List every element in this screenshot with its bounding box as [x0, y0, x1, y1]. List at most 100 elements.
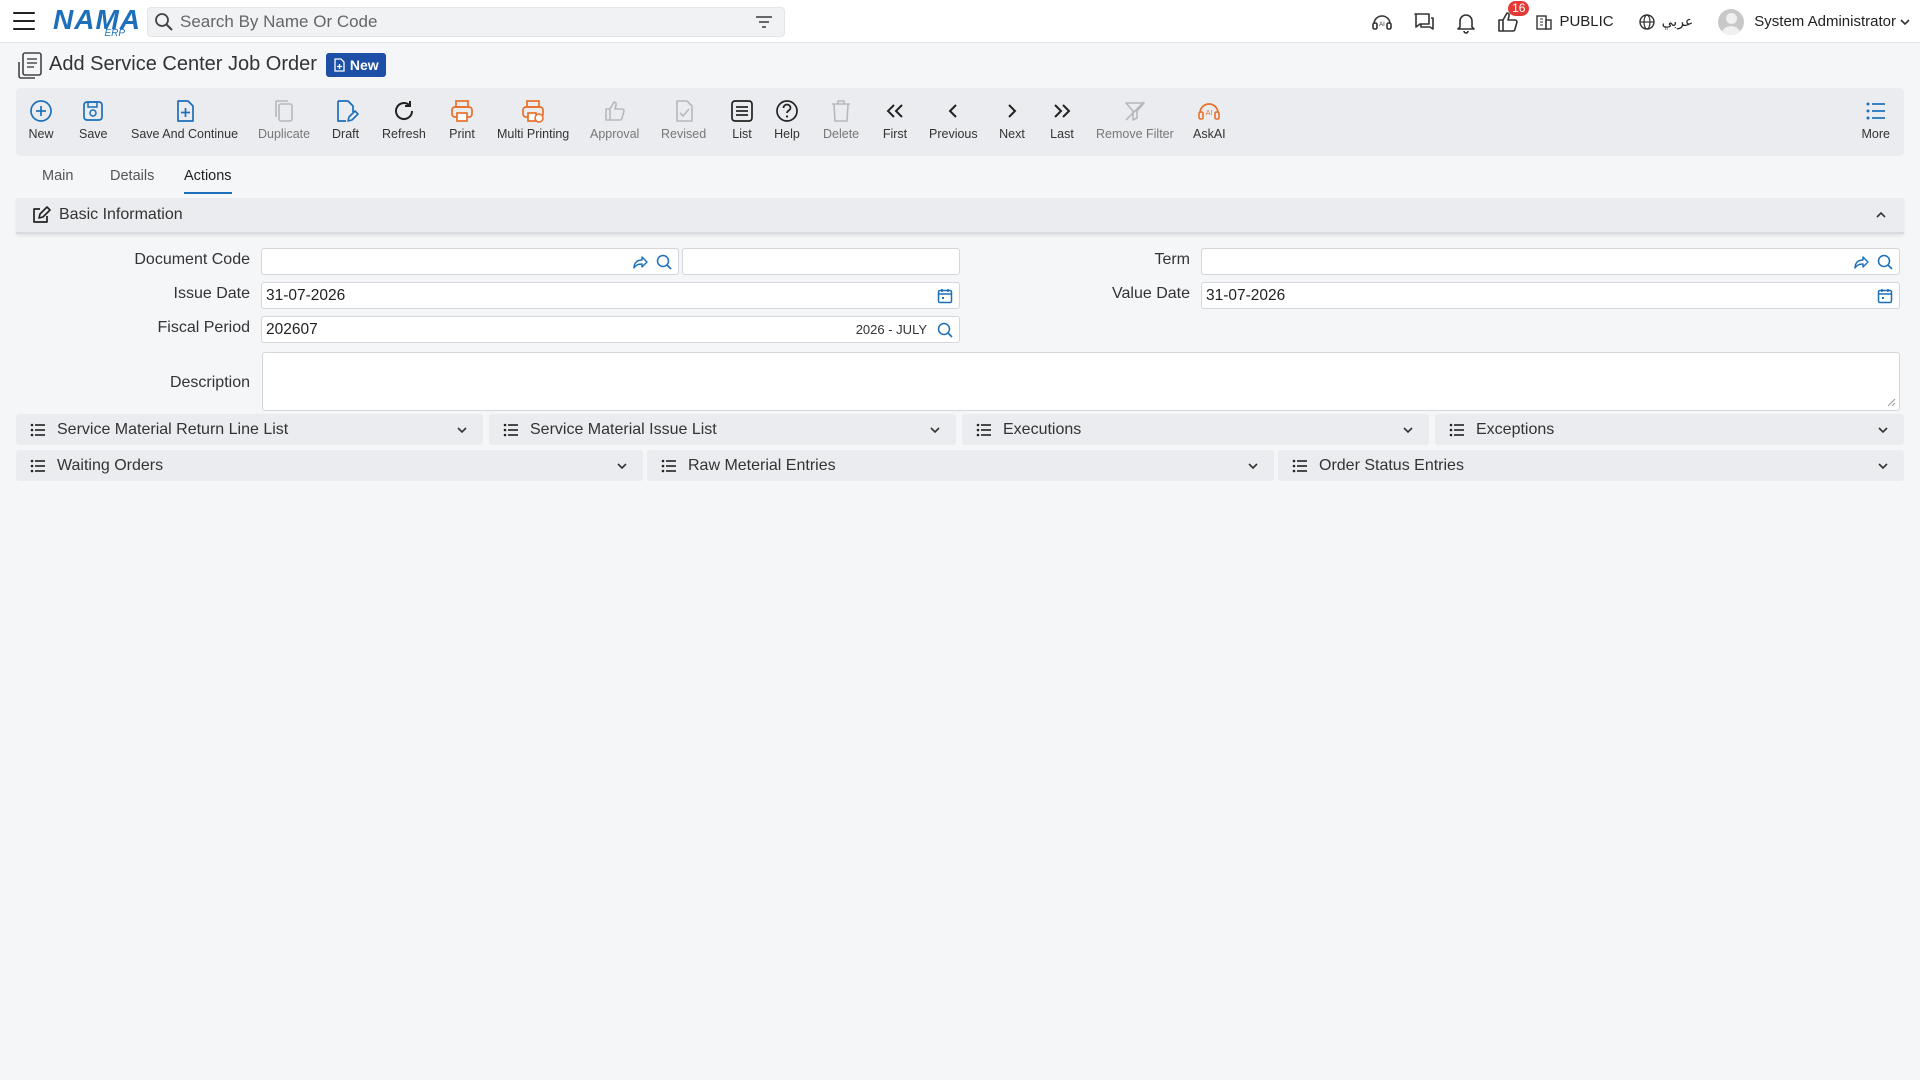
help-button[interactable]: Help: [774, 98, 800, 141]
list-icon: [30, 423, 45, 436]
multi-printer-icon: [522, 100, 544, 123]
more-label: More: [1861, 127, 1890, 141]
print-button[interactable]: Print: [449, 98, 475, 141]
svg-text:AI: AI: [1206, 110, 1213, 117]
user-name: System Administrator: [1754, 13, 1896, 30]
chevron-up-icon[interactable]: [1874, 208, 1888, 222]
lookup-search-icon[interactable]: [655, 253, 673, 271]
list-button[interactable]: List: [729, 98, 755, 141]
menu-icon[interactable]: [13, 12, 35, 30]
list-panel[interactable]: Order Status Entries: [1278, 450, 1904, 481]
chat-icon[interactable]: [1411, 9, 1437, 35]
delete-button[interactable]: Delete: [823, 98, 859, 141]
list-icon: [731, 100, 753, 122]
next-button[interactable]: Next: [999, 98, 1025, 141]
tab-details[interactable]: Details: [110, 168, 154, 192]
print-label: Print: [449, 127, 475, 141]
chevron-down-icon: [1900, 18, 1910, 25]
globe-icon: [1638, 13, 1655, 30]
language-selector[interactable]: عربي: [1638, 13, 1694, 31]
building-icon: [1536, 14, 1553, 30]
lookup-search-icon[interactable]: [936, 321, 954, 339]
delete-label: Delete: [823, 127, 860, 141]
chevron-left-icon: [948, 104, 958, 118]
calendar-icon[interactable]: [936, 287, 954, 305]
branch-selector[interactable]: PUBLIC: [1535, 13, 1614, 31]
file-check-icon: [675, 100, 693, 122]
draft-button[interactable]: Draft: [332, 98, 359, 141]
list-icon: [503, 423, 518, 436]
term-label: Term: [1154, 251, 1190, 268]
list-panel[interactable]: Executions: [962, 414, 1429, 445]
logo-text: NAMA: [53, 4, 141, 35]
askai-label: AskAI: [1193, 127, 1226, 141]
share-arrow-icon[interactable]: [1853, 253, 1871, 271]
chevron-down-icon: [1403, 426, 1413, 433]
first-label: First: [882, 127, 908, 141]
search-icon: [155, 13, 173, 31]
issue-date-field[interactable]: 31-07-2026: [261, 282, 960, 309]
user-menu[interactable]: System Administrator: [1718, 8, 1912, 35]
share-arrow-icon[interactable]: [632, 253, 650, 271]
revised-button[interactable]: Revised: [661, 98, 706, 141]
list-panel[interactable]: Service Material Return Line List: [16, 414, 483, 445]
save-button[interactable]: Save: [79, 98, 108, 141]
duplicate-button[interactable]: Duplicate: [258, 98, 310, 141]
logo[interactable]: NAMA ERP: [53, 3, 140, 39]
ai-assistant-icon[interactable]: AI: [1369, 9, 1395, 35]
remove-filter-button[interactable]: Remove Filter: [1096, 98, 1174, 141]
new-button[interactable]: New: [28, 98, 54, 141]
approval-button[interactable]: Approval: [590, 98, 639, 141]
list-title: Service Material Issue List: [530, 420, 717, 438]
multi-printing-button[interactable]: Multi Printing: [497, 98, 569, 141]
basic-information-header[interactable]: Basic Information: [16, 198, 1904, 234]
tab-actions[interactable]: Actions: [184, 168, 232, 194]
list-icon: [661, 459, 676, 472]
status-badge-label: New: [349, 56, 379, 73]
resize-handle-icon[interactable]: [1886, 397, 1896, 407]
avatar: [1718, 8, 1745, 35]
language-label: عربي: [1661, 13, 1694, 29]
lookup-search-icon[interactable]: [1876, 253, 1894, 271]
more-list-icon: [1866, 102, 1885, 120]
help-icon: [776, 100, 798, 122]
askai-button[interactable]: AI AskAI: [1193, 98, 1226, 141]
list-panel[interactable]: Exceptions: [1435, 414, 1904, 445]
last-button[interactable]: Last: [1049, 98, 1075, 141]
fiscal-period-value: 202607: [266, 320, 318, 338]
calendar-icon[interactable]: [1876, 287, 1894, 305]
document-code-label: Document Code: [134, 251, 250, 268]
filter-icon[interactable]: [753, 11, 775, 33]
file-plus-icon: [176, 100, 194, 122]
list-icon: [1449, 423, 1464, 436]
term-field[interactable]: [1201, 248, 1900, 275]
branch-label: PUBLIC: [1559, 13, 1614, 30]
list-panel[interactable]: Raw Meterial Entries: [647, 450, 1274, 481]
description-textarea[interactable]: [262, 352, 1900, 411]
duplicate-label: Duplicate: [258, 127, 311, 141]
list-icon: [1292, 459, 1307, 472]
first-button[interactable]: First: [882, 98, 908, 141]
value-date-value: 31-07-2026: [1206, 286, 1286, 304]
previous-button[interactable]: Previous: [929, 98, 978, 141]
tab-bar: Main Details Actions: [16, 156, 1904, 198]
status-badge: New: [325, 52, 386, 77]
chevron-down-icon: [617, 462, 627, 469]
fiscal-period-field[interactable]: 202607 2026 - JULY: [261, 316, 960, 343]
value-date-field[interactable]: 31-07-2026: [1201, 282, 1900, 309]
list-panel[interactable]: Service Material Issue List: [489, 414, 956, 445]
section-title: Basic Information: [59, 206, 183, 223]
basic-information-form: Document Code Term Issue Date 31-07-2026…: [0, 234, 1920, 414]
refresh-button[interactable]: Refresh: [382, 98, 426, 141]
document-code-name-field[interactable]: [682, 248, 960, 275]
more-button[interactable]: More: [1862, 98, 1890, 141]
thumbs-up-icon[interactable]: 16: [1495, 0, 1530, 35]
tab-main[interactable]: Main: [42, 168, 73, 192]
search-input[interactable]: Search By Name Or Code: [147, 7, 785, 37]
document-code-field[interactable]: [261, 248, 679, 275]
list-panel[interactable]: Waiting Orders: [16, 450, 643, 481]
edit-file-icon: [336, 100, 359, 122]
fiscal-period-description: 2026 - JULY: [855, 322, 927, 337]
save-and-continue-button[interactable]: Save And Continue: [131, 98, 238, 141]
bell-icon[interactable]: [1453, 9, 1479, 35]
